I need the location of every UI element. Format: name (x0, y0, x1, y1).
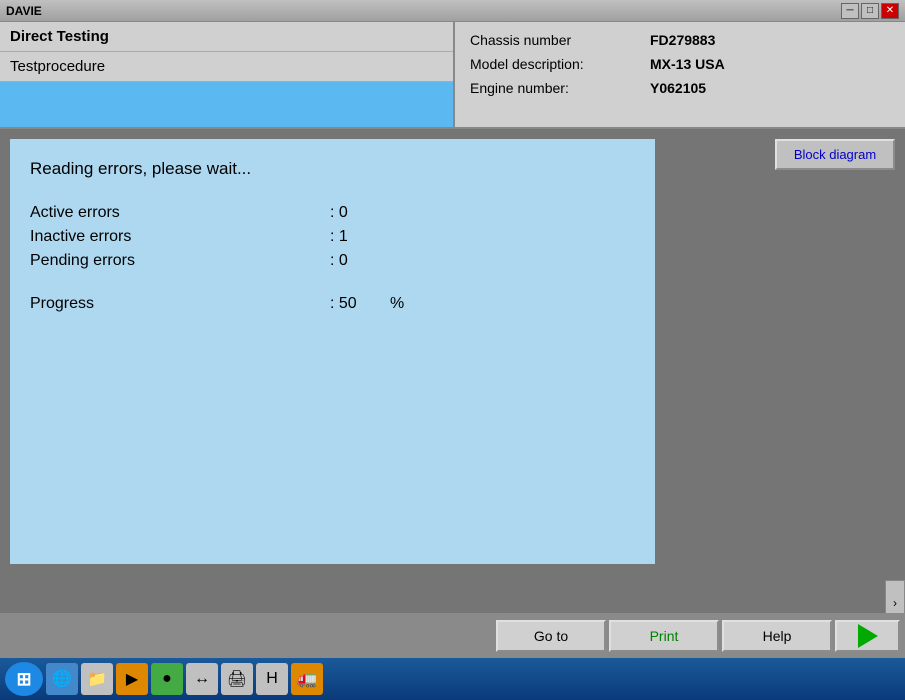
main-area: Reading errors, please wait... Active er… (0, 129, 905, 574)
testprocedure-label: Testprocedure (0, 52, 453, 82)
active-errors-value: : 0 (330, 204, 380, 222)
start-button[interactable]: ⊞ (5, 662, 43, 696)
engine-row: Engine number: Y062105 (470, 80, 890, 96)
active-errors-row: Active errors : 0 (30, 204, 635, 222)
close-button[interactable]: ✕ (881, 3, 899, 19)
header-right: Chassis number FD279883 Model descriptio… (455, 22, 905, 127)
inactive-errors-row: Inactive errors : 1 (30, 228, 635, 246)
minimize-button[interactable]: ─ (841, 3, 859, 19)
block-diagram-button[interactable]: Block diagram (775, 139, 895, 170)
taskbar: ⊞ 🌐 📁 ▶ ● ↔ 🖨 H 🚛 (0, 658, 905, 700)
header-blue-area (0, 82, 453, 127)
header: Direct Testing Testprocedure Chassis num… (0, 22, 905, 129)
reading-panel: Reading errors, please wait... Active er… (10, 139, 655, 564)
reading-title: Reading errors, please wait... (30, 159, 635, 179)
progress-value: : 50 (330, 295, 390, 313)
active-errors-label: Active errors (30, 204, 330, 222)
chassis-row: Chassis number FD279883 (470, 32, 890, 48)
next-button[interactable] (835, 620, 900, 652)
progress-unit: % (390, 295, 430, 313)
pending-errors-value: : 0 (330, 252, 380, 270)
taskbar-app2-icon[interactable]: 🚛 (291, 663, 323, 695)
taskbar-app1-icon[interactable]: H (256, 663, 288, 695)
goto-button[interactable]: Go to (496, 620, 606, 652)
scroll-right-icon: › (893, 596, 897, 610)
maximize-button[interactable]: □ (861, 3, 879, 19)
progress-label: Progress (30, 295, 330, 313)
right-panel: Block diagram (665, 139, 895, 564)
toolbar: Go to Print Help (0, 613, 905, 658)
model-value: MX-13 USA (650, 56, 725, 72)
progress-row: Progress : 50 % (30, 295, 635, 313)
title-bar-controls: ─ □ ✕ (841, 3, 899, 19)
taskbar-chrome-icon[interactable]: ● (151, 663, 183, 695)
chassis-label: Chassis number (470, 32, 650, 48)
inactive-errors-label: Inactive errors (30, 228, 330, 246)
taskbar-ie-icon[interactable]: 🌐 (46, 663, 78, 695)
taskbar-folder-icon[interactable]: 📁 (81, 663, 113, 695)
model-label: Model description: (470, 56, 650, 72)
engine-value: Y062105 (650, 80, 706, 96)
help-button[interactable]: Help (722, 620, 832, 652)
inactive-errors-value: : 1 (330, 228, 380, 246)
print-button[interactable]: Print (609, 620, 719, 652)
model-row: Model description: MX-13 USA (470, 56, 890, 72)
taskbar-media-icon[interactable]: ▶ (116, 663, 148, 695)
next-arrow-icon (858, 624, 878, 648)
engine-label: Engine number: (470, 80, 650, 96)
chassis-value: FD279883 (650, 32, 715, 48)
pending-errors-row: Pending errors : 0 (30, 252, 635, 270)
taskbar-network-icon[interactable]: ↔ (186, 663, 218, 695)
header-left: Direct Testing Testprocedure (0, 22, 455, 127)
pending-errors-label: Pending errors (30, 252, 330, 270)
title-bar: DAVIE ─ □ ✕ (0, 0, 905, 22)
progress-section: Progress : 50 % (30, 295, 635, 313)
title-bar-text: DAVIE (6, 4, 42, 18)
taskbar-printer-icon[interactable]: 🖨 (221, 663, 253, 695)
direct-testing-label: Direct Testing (0, 22, 453, 52)
